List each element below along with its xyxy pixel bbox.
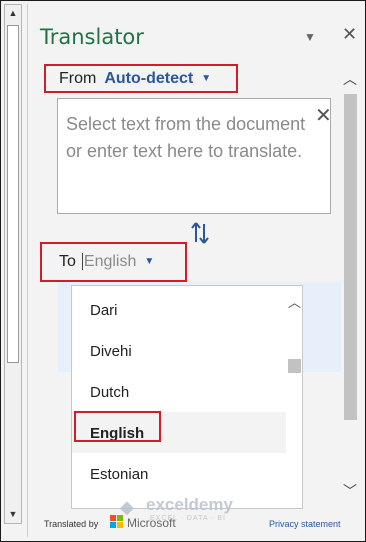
document-scrollbar[interactable]: ▲ ▼ xyxy=(4,4,22,524)
source-text-input[interactable]: Select text from the document or enter t… xyxy=(57,98,332,214)
watermark-name: exceldemy xyxy=(146,495,233,514)
watermark-sub: EXCEL · DATA · BI xyxy=(150,515,226,522)
to-label: To xyxy=(59,253,76,270)
language-dropdown-list[interactable]: Dari Divehi Dutch English Estonian Faroe… xyxy=(71,285,303,509)
scroll-up-icon[interactable]: ▲ xyxy=(5,5,21,22)
chevron-down-icon[interactable]: ▼ xyxy=(304,30,316,44)
watermark-logo-icon: ◆ xyxy=(120,497,134,517)
english-highlight-box xyxy=(74,411,161,442)
pane-scroll-thumb[interactable] xyxy=(344,94,357,420)
from-label: From xyxy=(59,70,97,87)
translator-pane: Translator ▼ ✕ From Auto-detect ▼ Select t… xyxy=(27,4,363,537)
chevron-up-icon[interactable]: ︿ xyxy=(286,292,302,311)
close-icon[interactable]: ✕ xyxy=(315,103,332,128)
from-language-selector[interactable]: From Auto-detect ▼ xyxy=(44,64,238,93)
list-scroll-thumb[interactable] xyxy=(288,359,301,373)
caret-down-icon[interactable]: ▼ xyxy=(201,73,211,84)
from-value[interactable]: Auto-detect xyxy=(104,70,193,87)
list-item[interactable]: Dari xyxy=(72,289,286,330)
close-icon[interactable]: ✕ xyxy=(342,24,357,45)
exceldemy-watermark: ◆ exceldemy EXCEL · DATA · BI xyxy=(110,495,270,529)
list-item[interactable]: Dutch xyxy=(72,371,286,412)
privacy-statement-link[interactable]: Privacy statement xyxy=(269,519,341,529)
list-scrollbar[interactable]: ︿ xyxy=(286,286,302,508)
pane-title: Translator xyxy=(40,25,144,49)
list-item[interactable]: Divehi xyxy=(72,330,286,371)
chevron-down-icon[interactable]: ﹀ xyxy=(341,482,359,500)
to-language-selector[interactable]: To English ▼ xyxy=(40,242,187,282)
list-item[interactable]: Estonian xyxy=(72,453,286,494)
scroll-down-icon[interactable]: ▼ xyxy=(5,506,21,523)
swap-arrows-icon[interactable] xyxy=(188,220,212,246)
scroll-thumb[interactable] xyxy=(7,25,19,363)
caret-down-icon[interactable]: ▼ xyxy=(144,256,154,267)
translated-by-label: Translated by xyxy=(44,519,99,529)
pane-scrollbar[interactable]: ︿ ﹀ xyxy=(341,70,359,500)
chevron-up-icon[interactable]: ︿ xyxy=(341,70,359,88)
source-placeholder: Select text from the document or enter t… xyxy=(66,114,306,161)
to-value[interactable]: English xyxy=(81,253,137,270)
